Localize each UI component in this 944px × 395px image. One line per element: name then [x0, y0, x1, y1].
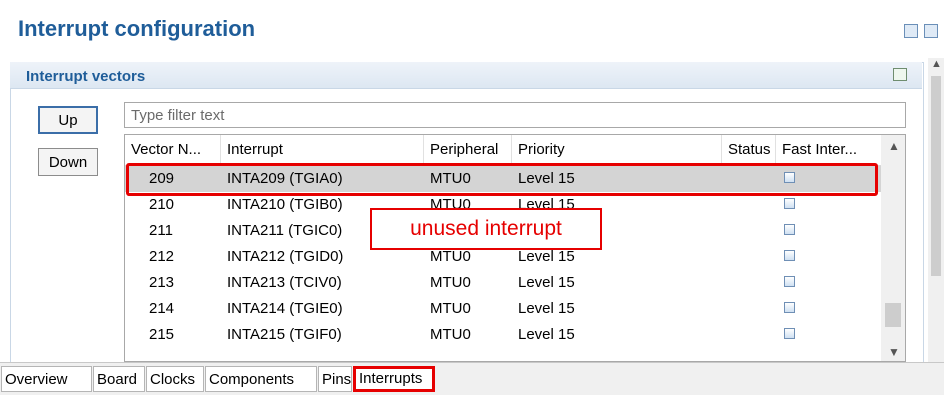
maximize-icon[interactable] [893, 68, 907, 81]
cell-vector: 212 [149, 248, 175, 265]
column-header-fast-interrupt[interactable]: Fast Inter... [776, 135, 881, 165]
table-row[interactable]: 215 INTA215 (TGIF0) MTU0 Level 15 [125, 322, 881, 348]
cell-priority: Level 15 [518, 326, 575, 343]
filter-input[interactable] [125, 103, 905, 127]
highlight-box-selected-row [126, 163, 878, 196]
tab-board[interactable]: Board [93, 366, 145, 392]
table-row[interactable]: 213 INTA213 (TCIV0) MTU0 Level 15 [125, 270, 881, 296]
cell-interrupt: INTA215 (TGIF0) [227, 326, 342, 343]
cell-priority: Level 15 [518, 300, 575, 317]
cell-priority: Level 15 [518, 274, 575, 291]
unused-interrupt-callout: unused interrupt [370, 208, 602, 250]
editor-scrollbar[interactable]: ▲ [928, 58, 944, 362]
fast-interrupt-checkbox[interactable] [784, 302, 795, 313]
section-title: Interrupt vectors [26, 68, 146, 85]
scroll-thumb[interactable] [885, 303, 901, 327]
scroll-up-icon[interactable]: ▲ [888, 139, 900, 153]
page-title: Interrupt configuration [18, 16, 256, 41]
scroll-thumb[interactable] [931, 76, 941, 276]
tab-pins[interactable]: Pins [318, 366, 352, 392]
down-button[interactable]: Down [38, 148, 98, 176]
column-header-peripheral[interactable]: Peripheral [424, 135, 512, 165]
tab-overview[interactable]: Overview [1, 366, 92, 392]
fast-interrupt-checkbox[interactable] [784, 224, 795, 235]
cell-interrupt: INTA211 (TGIC0) [227, 222, 343, 239]
fast-interrupt-checkbox[interactable] [784, 198, 795, 209]
header-toolbar [904, 24, 938, 38]
tab-components[interactable]: Components [205, 366, 317, 392]
cell-interrupt: INTA214 (TGIE0) [227, 300, 343, 317]
cell-status [722, 296, 728, 322]
cell-peripheral: MTU0 [430, 300, 471, 317]
scroll-down-icon[interactable]: ▼ [888, 345, 900, 359]
cell-vector: 215 [149, 326, 175, 343]
fast-interrupt-checkbox[interactable] [784, 276, 795, 287]
tab-clocks[interactable]: Clocks [146, 366, 204, 392]
cell-vector: 214 [149, 300, 175, 317]
cell-peripheral: MTU0 [430, 326, 471, 343]
generate-code-icon[interactable] [904, 24, 918, 38]
up-button[interactable]: Up [38, 106, 98, 134]
section-header [10, 62, 922, 89]
fast-interrupt-checkbox[interactable] [784, 250, 795, 261]
tab-interrupts[interactable]: Interrupts [353, 366, 435, 392]
cell-peripheral: MTU0 [430, 274, 471, 291]
table-scrollbar[interactable]: ▲ ▼ [881, 135, 905, 361]
cell-interrupt: INTA212 (TGID0) [227, 248, 344, 265]
print-icon[interactable] [924, 24, 938, 38]
fast-interrupt-checkbox[interactable] [784, 328, 795, 339]
column-header-priority[interactable]: Priority [512, 135, 722, 165]
cell-status [722, 218, 728, 244]
cell-status [722, 322, 728, 348]
column-header-vector[interactable]: Vector N... [125, 135, 221, 165]
scroll-up-icon[interactable]: ▲ [931, 58, 942, 70]
cell-vector: 213 [149, 274, 175, 291]
table-row[interactable]: 214 INTA214 (TGIE0) MTU0 Level 15 [125, 296, 881, 322]
table-header: Vector N... Interrupt Peripheral Priorit… [125, 135, 881, 166]
column-header-interrupt[interactable]: Interrupt [221, 135, 424, 165]
cell-vector: 211 [149, 222, 173, 239]
filter-field[interactable] [124, 102, 906, 128]
column-header-status[interactable]: Status [722, 135, 776, 165]
cell-interrupt: INTA213 (TCIV0) [227, 274, 342, 291]
cell-status [722, 270, 728, 296]
cell-status [722, 244, 728, 270]
